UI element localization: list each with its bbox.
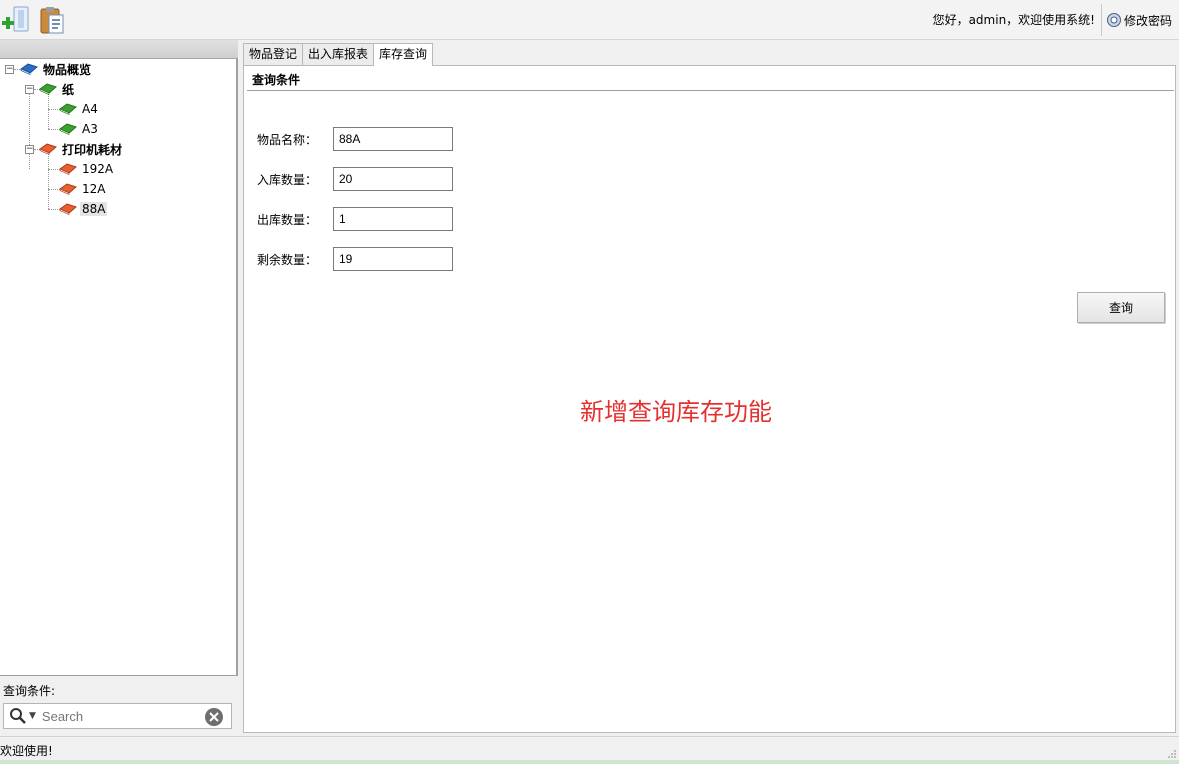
main-tabs: 物品登记 出入库报表 库存查询 [243,43,434,66]
tree-search-box[interactable]: ▼ [3,703,232,729]
orange-book-icon [39,143,57,155]
field-label: 出库数量： [257,212,318,227]
tree-node-label: 物品概览 [43,62,92,77]
tree-node-label: 12A [82,182,106,196]
tree-node-root[interactable]: 物品概览 [20,60,93,78]
tree-collapse-toggle-consumables[interactable]: − [25,145,34,154]
orange-book-icon [59,163,77,175]
tab-item-registration[interactable]: 物品登记 [243,43,304,65]
green-book-icon [59,123,77,135]
green-book-icon [59,103,77,115]
toolbar: 您好，admin，欢迎使用系统! 修改密码 [0,0,1179,40]
field-remaining-quantity: 剩余数量： [257,247,453,271]
tab-inout-report[interactable]: 出入库报表 [302,43,375,65]
clipboard-icon[interactable] [37,4,69,36]
left-panel-header [0,40,238,59]
search-icon[interactable] [9,707,27,725]
field-label: 入库数量： [257,172,318,187]
add-item-icon[interactable] [0,4,32,36]
tree-node-category-paper[interactable]: 纸 [39,80,76,98]
tree-collapse-toggle-root[interactable]: − [5,65,14,74]
query-button[interactable]: 查询 [1077,292,1165,323]
field-in-quantity: 入库数量： [257,167,453,191]
tab-inventory-query[interactable]: 库存查询 [373,43,434,66]
field-out-quantity: 出库数量： [257,207,453,231]
tree-node-item-a3[interactable]: A3 [59,120,100,138]
in-quantity-input[interactable] [333,167,453,191]
change-password-label: 修改密码 [1124,13,1173,28]
tree-node-label-selected: 88A [80,202,108,216]
resize-grip-icon[interactable] [1167,749,1177,759]
toolbar-separator [1101,4,1102,36]
field-item-name: 物品名称： [257,127,453,151]
tree-node-item-a4[interactable]: A4 [59,100,100,118]
field-label: 物品名称： [257,132,318,147]
tree-connector [29,88,30,169]
greeting-text: 您好，admin，欢迎使用系统! [932,13,1095,27]
clear-search-icon[interactable] [204,707,224,727]
green-book-icon [39,83,57,95]
field-label: 剩余数量： [257,252,318,267]
item-tree: − − − 物品概览 纸 A4 A3 打印机耗材 192A 12A 88A [0,59,238,676]
left-panel: − − − 物品概览 纸 A4 A3 打印机耗材 192A 12A 88A 查询… [0,40,238,734]
search-dropdown-icon[interactable]: ▼ [29,711,36,721]
tree-node-item-192a[interactable]: 192A [59,160,115,178]
tree-node-label: 打印机耗材 [62,142,123,157]
section-title: 查询条件 [252,73,301,87]
tree-node-label: 纸 [62,82,75,97]
out-quantity-input[interactable] [333,207,453,231]
tree-connector [48,154,49,209]
blue-book-icon [20,63,38,75]
tree-node-label: 192A [82,162,114,176]
feature-notice: 新增查询库存功能 [580,398,772,426]
tree-node-label: A4 [82,102,98,116]
search-input[interactable] [41,708,192,724]
tree-connector [48,94,49,129]
orange-book-icon [59,183,77,195]
change-password-button[interactable]: 修改密码 [1106,9,1172,31]
status-bar-edge [0,760,1179,764]
tree-collapse-toggle-paper[interactable]: − [25,85,34,94]
tree-node-category-consumables[interactable]: 打印机耗材 [39,140,124,158]
status-bar: 欢迎使用! [0,736,1179,764]
status-text: 欢迎使用! [0,744,53,758]
search-label: 查询条件: [3,684,56,698]
tree-node-item-88a[interactable]: 88A [59,200,108,218]
orange-book-icon [59,203,77,215]
item-name-input[interactable] [333,127,453,151]
tree-node-item-12a[interactable]: 12A [59,180,107,198]
remaining-quantity-input[interactable] [333,247,453,271]
section-divider [247,90,1174,91]
key-settings-icon [1107,13,1121,27]
tree-node-label: A3 [82,122,98,136]
inventory-query-panel: 查询条件 物品名称： 入库数量： 出库数量： 剩余数量： 查询 新增查询库存功能 [243,65,1176,733]
